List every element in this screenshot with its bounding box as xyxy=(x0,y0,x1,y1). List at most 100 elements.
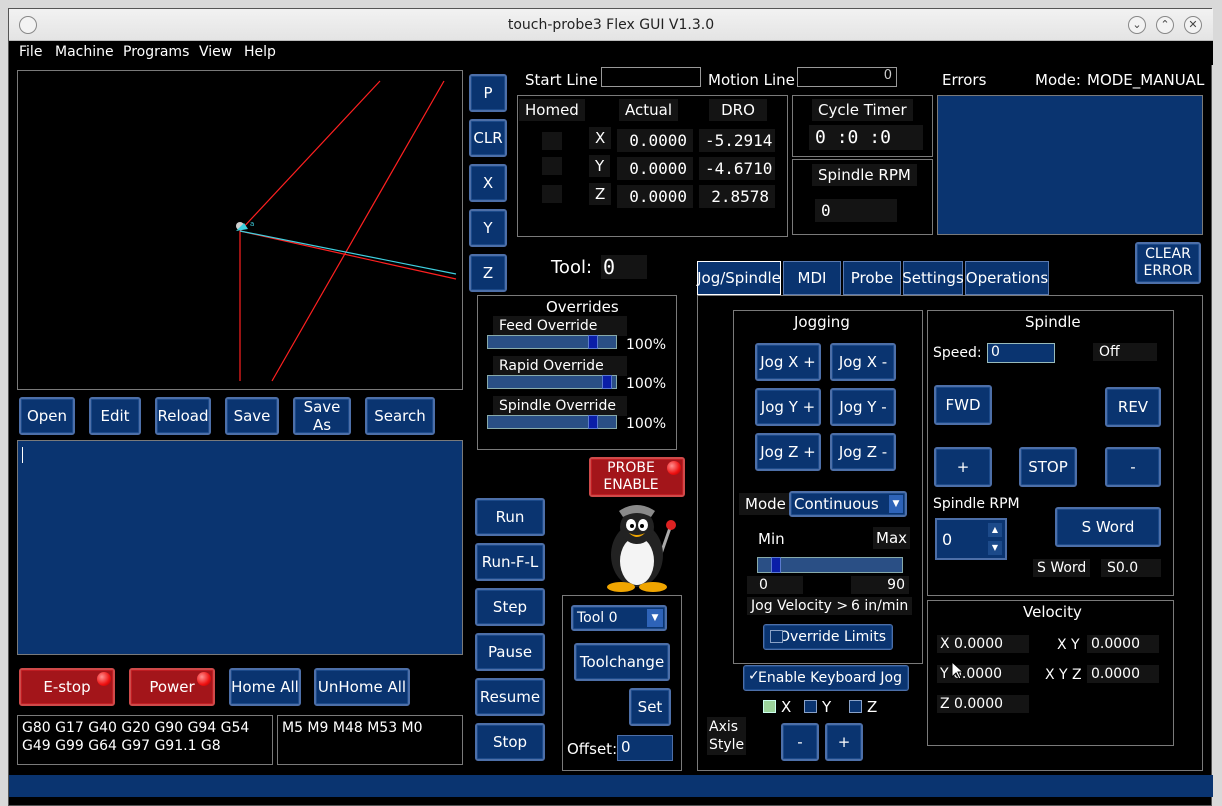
mcodes-text: M5 M9 M48 M53 M0 xyxy=(282,720,423,736)
edit-button[interactable]: Edit xyxy=(89,397,141,435)
jog-mode-dropdown[interactable]: Continuous ▼ xyxy=(789,491,907,517)
spindle-stop-button[interactable]: STOP xyxy=(1019,447,1077,487)
spindle-rpm-label: Spindle RPM xyxy=(933,496,1020,512)
menu-view[interactable]: View xyxy=(199,44,232,60)
open-button[interactable]: Open xyxy=(19,397,75,435)
stop-button[interactable]: Stop xyxy=(475,723,545,761)
unhome-all-button[interactable]: UnHome All xyxy=(314,668,410,706)
axis-y-checkbox[interactable] xyxy=(804,700,817,713)
gcode-editor[interactable] xyxy=(17,440,463,655)
resume-button[interactable]: Resume xyxy=(475,678,545,716)
search-button[interactable]: Search xyxy=(365,397,435,435)
jog-x-plus-button[interactable]: Jog X + xyxy=(755,343,821,381)
s-word-value: S0.0 xyxy=(1101,559,1161,577)
toolpath-preview[interactable]: a xyxy=(17,70,463,390)
jog-z-plus-button[interactable]: Jog Z + xyxy=(755,433,821,471)
checkmark-icon: ✓ xyxy=(748,668,760,684)
feed-override-thumb[interactable] xyxy=(588,335,598,349)
clear-error-button[interactable]: CLEAR ERROR xyxy=(1135,242,1201,284)
run-from-line-button[interactable]: Run-F-L xyxy=(475,543,545,581)
offset-input[interactable]: 0 xyxy=(617,735,673,761)
tab-settings[interactable]: Settings xyxy=(902,261,964,295)
enable-keyboard-jog-checkbox[interactable]: ✓ Enable Keyboard Jog xyxy=(743,665,909,691)
spin-up-icon[interactable]: ▲ xyxy=(988,523,1002,537)
spindle-plus-button[interactable]: + xyxy=(934,447,992,487)
active-gcodes: G80 G17 G40 G20 G90 G94 G54 G49 G99 G64 … xyxy=(17,715,273,765)
menu-machine[interactable]: Machine xyxy=(55,44,114,60)
spindle-fwd-button[interactable]: FWD xyxy=(934,385,992,425)
tab-mdi[interactable]: MDI xyxy=(783,261,841,295)
jog-z-minus-button[interactable]: Jog Z - xyxy=(830,433,896,471)
reload-button[interactable]: Reload xyxy=(155,397,211,435)
override-limits-checkbox[interactable]: Override Limits xyxy=(763,624,893,650)
pause-button[interactable]: Pause xyxy=(475,633,545,671)
preview-x-button[interactable]: X xyxy=(469,164,507,202)
jog-y-minus-button[interactable]: Jog Y - xyxy=(830,388,896,426)
toolchange-button[interactable]: Toolchange xyxy=(574,643,670,681)
rapid-override-thumb[interactable] xyxy=(602,375,612,389)
probe-led-icon xyxy=(667,461,681,475)
actual-header: Actual xyxy=(619,99,678,121)
spindle-speed-label: Speed: xyxy=(933,345,982,361)
run-button[interactable]: Run xyxy=(475,498,545,536)
estop-label: E-stop xyxy=(43,678,91,696)
override-limits-box[interactable] xyxy=(770,630,783,643)
errors-label: Errors xyxy=(942,71,987,89)
spindle-rpm-top-label: Spindle RPM xyxy=(812,164,917,186)
tab-probe[interactable]: Probe xyxy=(843,261,901,295)
home-all-button[interactable]: Home All xyxy=(229,668,301,706)
s-word-button[interactable]: S Word xyxy=(1055,507,1161,547)
tab-jog-spindle[interactable]: Jog/Spindle xyxy=(697,261,781,295)
jog-velocity-slider[interactable] xyxy=(757,557,903,573)
preview-z-button[interactable]: Z xyxy=(469,254,507,292)
start-line-input[interactable] xyxy=(601,67,701,87)
spindle-speed-input[interactable]: 0 xyxy=(987,343,1055,363)
tool-value: 0 xyxy=(601,255,647,279)
menu-help[interactable]: Help xyxy=(244,44,276,60)
jog-y-plus-button[interactable]: Jog Y + xyxy=(755,388,821,426)
spindle-override-slider[interactable] xyxy=(487,415,617,429)
axis-z-checkbox[interactable] xyxy=(849,700,862,713)
feed-override-slider[interactable] xyxy=(487,335,617,349)
axis-z-label: Z xyxy=(589,183,612,205)
rapid-override-label: Rapid Override xyxy=(493,356,627,376)
mouse-pointer-icon xyxy=(951,661,965,680)
velocity-z-value: 0.0000 xyxy=(954,696,1004,712)
jog-velocity-thumb[interactable] xyxy=(771,557,781,573)
step-button[interactable]: Step xyxy=(475,588,545,626)
velocity-z-row: Z 0.0000 xyxy=(937,695,1029,713)
spin-down-icon[interactable]: ▼ xyxy=(988,541,1002,555)
preview-clear-button[interactable]: CLR xyxy=(469,119,507,157)
menu-programs[interactable]: Programs xyxy=(123,44,189,60)
axis-z-label-check: Z xyxy=(867,698,878,716)
rapid-override-slider[interactable] xyxy=(487,375,617,389)
preview-p-button[interactable]: P xyxy=(469,74,507,112)
velocity-xyz-value: 0.0000 xyxy=(1087,665,1159,683)
close-icon[interactable]: ✕ xyxy=(1184,16,1202,34)
spindle-rev-button[interactable]: REV xyxy=(1105,387,1161,427)
axis-x-checkbox[interactable] xyxy=(763,700,776,713)
axis-y-label: Y xyxy=(589,155,611,177)
spindle-minus-button[interactable]: - xyxy=(1105,447,1161,487)
mode-label: Mode: xyxy=(1035,71,1081,89)
velocity-x-value: 0.0000 xyxy=(954,636,1004,652)
jog-x-minus-button[interactable]: Jog X - xyxy=(830,343,896,381)
save-button[interactable]: Save xyxy=(225,397,279,435)
preview-y-button[interactable]: Y xyxy=(469,209,507,247)
actual-y-value: 0.0000 xyxy=(617,157,693,180)
set-offset-button[interactable]: Set xyxy=(629,688,671,726)
spindle-title: Spindle xyxy=(1025,313,1081,331)
minimize-icon[interactable]: ⌄ xyxy=(1128,16,1146,34)
tool-select-dropdown[interactable]: Tool 0 ▼ xyxy=(571,605,667,631)
menu-file[interactable]: File xyxy=(19,44,42,60)
axis-style-minus-button[interactable]: - xyxy=(781,723,819,761)
spindle-override-thumb[interactable] xyxy=(588,415,598,429)
save-as-button[interactable]: Save As xyxy=(293,397,351,435)
jogging-title: Jogging xyxy=(794,313,850,331)
spindle-rpm-spinbox[interactable]: 0 ▲ ▼ xyxy=(935,518,1007,560)
s-word-label: S Word xyxy=(1033,559,1091,577)
axis-style-plus-button[interactable]: + xyxy=(825,723,863,761)
jog-velocity-value: 6 in/min xyxy=(847,597,913,615)
tab-operations[interactable]: Operations xyxy=(965,261,1049,295)
maximize-icon[interactable]: ⌃ xyxy=(1156,16,1174,34)
